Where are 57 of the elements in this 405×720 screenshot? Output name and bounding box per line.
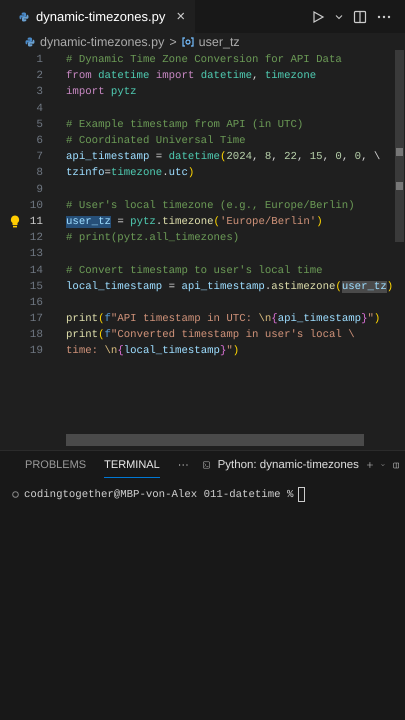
code-line: print(f"API timestamp in UTC: \n{api_timestamp}") (66, 313, 380, 326)
code-line: from datetime import datetime, timezone (66, 70, 316, 82)
code-line: tzinfo=timezone.utc) (66, 167, 194, 180)
code-line: user_tz = pytz.timezone('Europe/Berlin') (66, 216, 323, 228)
line-number: 1 (35, 54, 43, 66)
panel-tab[interactable]: TERMINAL (104, 452, 160, 478)
line-number: 7 (35, 151, 43, 164)
python-icon (19, 12, 29, 22)
line-number: 12 (28, 232, 43, 244)
line-number: 5 (35, 118, 43, 131)
line-number: 4 (35, 102, 43, 115)
split-editor-icon[interactable] (353, 10, 367, 24)
panel-tab[interactable]: PROBLEMS (25, 452, 86, 478)
code-line: # Dynamic Time Zone Conversion for API Data (66, 54, 342, 66)
code-line: # User's local timezone (e.g., Europe/Berlin) (66, 200, 355, 212)
line-number: 9 (35, 184, 43, 196)
terminal-name[interactable]: Python: dynamic-timezones (218, 459, 359, 471)
more-icon[interactable] (377, 14, 391, 18)
more-button[interactable]: ··· (178, 459, 189, 471)
editor-tab[interactable]: dynamic-timezones.py × (0, 0, 196, 33)
run-icon[interactable] (311, 10, 325, 24)
code-line: # Convert timestamp to user's local time (66, 264, 323, 277)
python-icon (25, 36, 35, 46)
code-line: # Coordinated Universal Time (66, 135, 246, 148)
close-icon[interactable]: × (176, 8, 186, 25)
variable-icon (182, 36, 194, 46)
breadcrumb-item[interactable]: dynamic-timezones.py (40, 34, 164, 48)
line-number: 2 (35, 70, 43, 82)
line-number: 13 (28, 248, 43, 260)
line-number: 19 (28, 345, 43, 358)
code-line: import pytz (66, 86, 137, 98)
code-line: api_timestamp = datetime(2024, 8, 22, 15, 0, 0, \ (66, 151, 380, 164)
line-number: 16 (28, 296, 43, 309)
horizontal-scrollbar[interactable] (66, 434, 364, 446)
code-line: # print(pytz.all_timezones) (66, 232, 240, 244)
code-line: local_timestamp = api_timestamp.astimezone(user_tz) (66, 280, 394, 293)
line-number: 3 (35, 86, 43, 98)
line-number: 15 (28, 280, 43, 293)
chevron-down-icon[interactable] (335, 12, 343, 20)
code-line: # Example timestamp from API (in UTC) (66, 118, 304, 131)
tab-title: dynamic-timezones.py (36, 9, 166, 24)
terminal-prompt: codingtogether@MBP-von-Alex 011-datetime % (24, 488, 294, 500)
lightbulb-icon[interactable] (10, 215, 20, 228)
line-number: 10 (28, 200, 43, 212)
breadcrumb-separator: > (169, 34, 177, 48)
status-circle-icon (12, 491, 19, 498)
breadcrumb-item[interactable]: user_tz (198, 34, 240, 48)
line-number: 6 (35, 135, 43, 148)
terminal-cursor (298, 487, 306, 502)
line-number: 18 (28, 329, 43, 342)
code-line: time: \n{local_timestamp}") (66, 345, 240, 358)
code-line: print(f"Converted timestamp in user's local \ (66, 329, 355, 342)
line-number: 11 (28, 216, 43, 228)
line-number: 8 (35, 167, 43, 180)
plus-icon[interactable] (366, 459, 373, 471)
line-number: 17 (28, 313, 43, 326)
line-number: 14 (28, 264, 43, 277)
